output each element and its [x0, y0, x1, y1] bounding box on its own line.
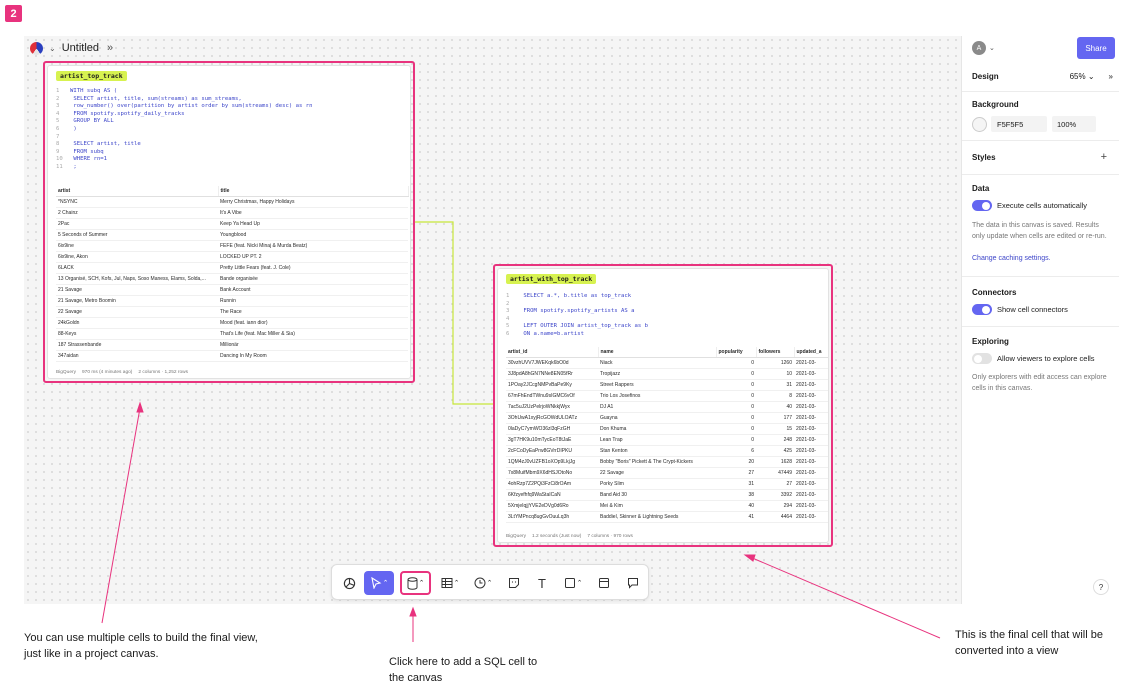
annotation-multiple-cells: You can use multiple cells to build the …	[24, 632, 258, 660]
annotation-arrows	[101, 401, 941, 642]
annotation-add-sql-cell: Click here to add a SQL cell to the canv…	[389, 656, 538, 684]
annotation-final-cell: This is the final cell that will be conv…	[955, 629, 1103, 657]
screen: 2 ⌄ Untitled » artist_top_track 1 WITH su…	[0, 0, 1130, 692]
